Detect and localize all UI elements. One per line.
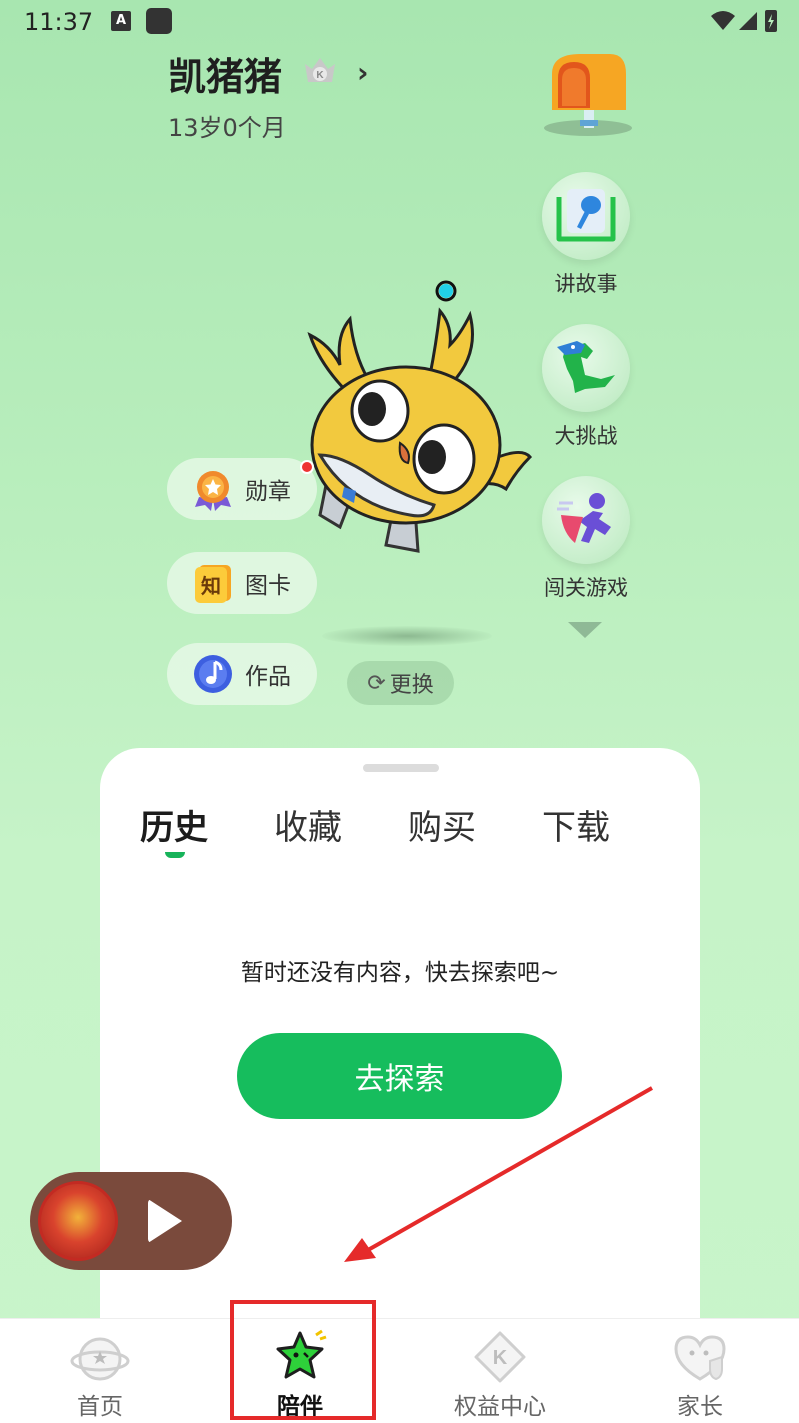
play-icon[interactable] <box>148 1199 182 1243</box>
empty-state-message: 暂时还没有内容，快去探索吧~ <box>240 960 560 986</box>
medal-button[interactable]: 勋章 <box>167 458 317 520</box>
mini-player[interactable] <box>30 1172 232 1270</box>
bottom-nav: 首页 陪伴 K 权益中心 家长 <box>0 1318 799 1423</box>
mascot-shadow <box>322 626 492 646</box>
works-label: 作品 <box>245 664 291 690</box>
status-bar: 11:37 A <box>0 0 799 44</box>
user-name[interactable]: 凯猪猪 <box>168 46 282 101</box>
app-square-icon <box>146 8 172 34</box>
nav-label-parent: 家长 <box>677 1394 723 1420</box>
side-action-story[interactable]: 讲故事 <box>541 172 631 298</box>
nav-item-benefits[interactable]: K 权益中心 <box>400 1319 600 1423</box>
side-circle-game <box>542 476 630 564</box>
expand-more-icon[interactable] <box>568 622 602 638</box>
works-button[interactable]: 作品 <box>167 643 317 705</box>
nav-item-parent[interactable]: 家长 <box>600 1319 799 1423</box>
side-action-challenge[interactable]: 大挑战 <box>541 324 631 450</box>
mascot-character[interactable] <box>280 275 540 575</box>
change-label: 更换 <box>389 673 434 698</box>
side-circle-challenge <box>542 324 630 412</box>
nav-label-benefits: 权益中心 <box>454 1394 546 1420</box>
picture-card-button[interactable]: 知 图卡 <box>167 552 317 614</box>
picture-card-label: 图卡 <box>245 573 291 599</box>
svg-text:K: K <box>493 1347 508 1369</box>
medal-icon <box>191 467 235 511</box>
planet-icon <box>70 1337 130 1381</box>
svg-text:K: K <box>316 70 324 81</box>
user-age: 13岁0个月 <box>168 114 286 142</box>
parent-shield-icon <box>674 1335 726 1381</box>
wifi-icon <box>711 11 735 30</box>
tab-favorites[interactable]: 收藏 <box>274 800 342 849</box>
dinosaur-icon <box>557 341 615 393</box>
crown-badge-icon[interactable]: K <box>302 54 338 88</box>
nav-label-home: 首页 <box>77 1394 123 1420</box>
k-diamond-icon: K <box>474 1331 526 1383</box>
notification-dot <box>300 460 314 474</box>
svg-text:知: 知 <box>201 574 221 598</box>
refresh-icon: ⟳ <box>367 670 386 696</box>
system-status-icons <box>711 10 777 32</box>
side-action-label: 大挑战 <box>554 424 618 448</box>
music-note-icon <box>191 652 235 696</box>
active-tab-indicator <box>165 852 185 858</box>
drag-handle[interactable] <box>363 764 439 772</box>
annotation-highlight-box <box>230 1300 376 1420</box>
tab-downloads[interactable]: 下载 <box>542 800 610 849</box>
side-circle-story <box>542 172 630 260</box>
nav-item-home[interactable]: 首页 <box>0 1319 200 1423</box>
status-time: 11:37 <box>24 8 94 36</box>
panel-tabs: 历史 收藏 购买 下载 <box>140 800 676 849</box>
notification-a-icon: A <box>111 11 131 31</box>
knowledge-card-icon: 知 <box>191 561 235 605</box>
chevron-right-icon[interactable]: › <box>357 56 369 89</box>
tab-purchased[interactable]: 购买 <box>408 800 476 849</box>
side-action-label: 闯关游戏 <box>544 576 628 600</box>
album-cover-image[interactable] <box>38 1181 118 1261</box>
signal-icon <box>739 12 757 30</box>
side-action-game[interactable]: 闯关游戏 <box>541 476 631 602</box>
side-action-label: 讲故事 <box>554 272 618 296</box>
change-character-button[interactable]: ⟳ 更换 <box>347 661 454 705</box>
tab-history[interactable]: 历史 <box>140 800 208 849</box>
explore-button[interactable]: 去探索 <box>237 1033 562 1119</box>
running-figure-icon <box>557 493 611 543</box>
mailbox-icon[interactable] <box>540 48 636 138</box>
microphone-book-icon <box>556 189 616 242</box>
medal-label: 勋章 <box>245 479 291 505</box>
